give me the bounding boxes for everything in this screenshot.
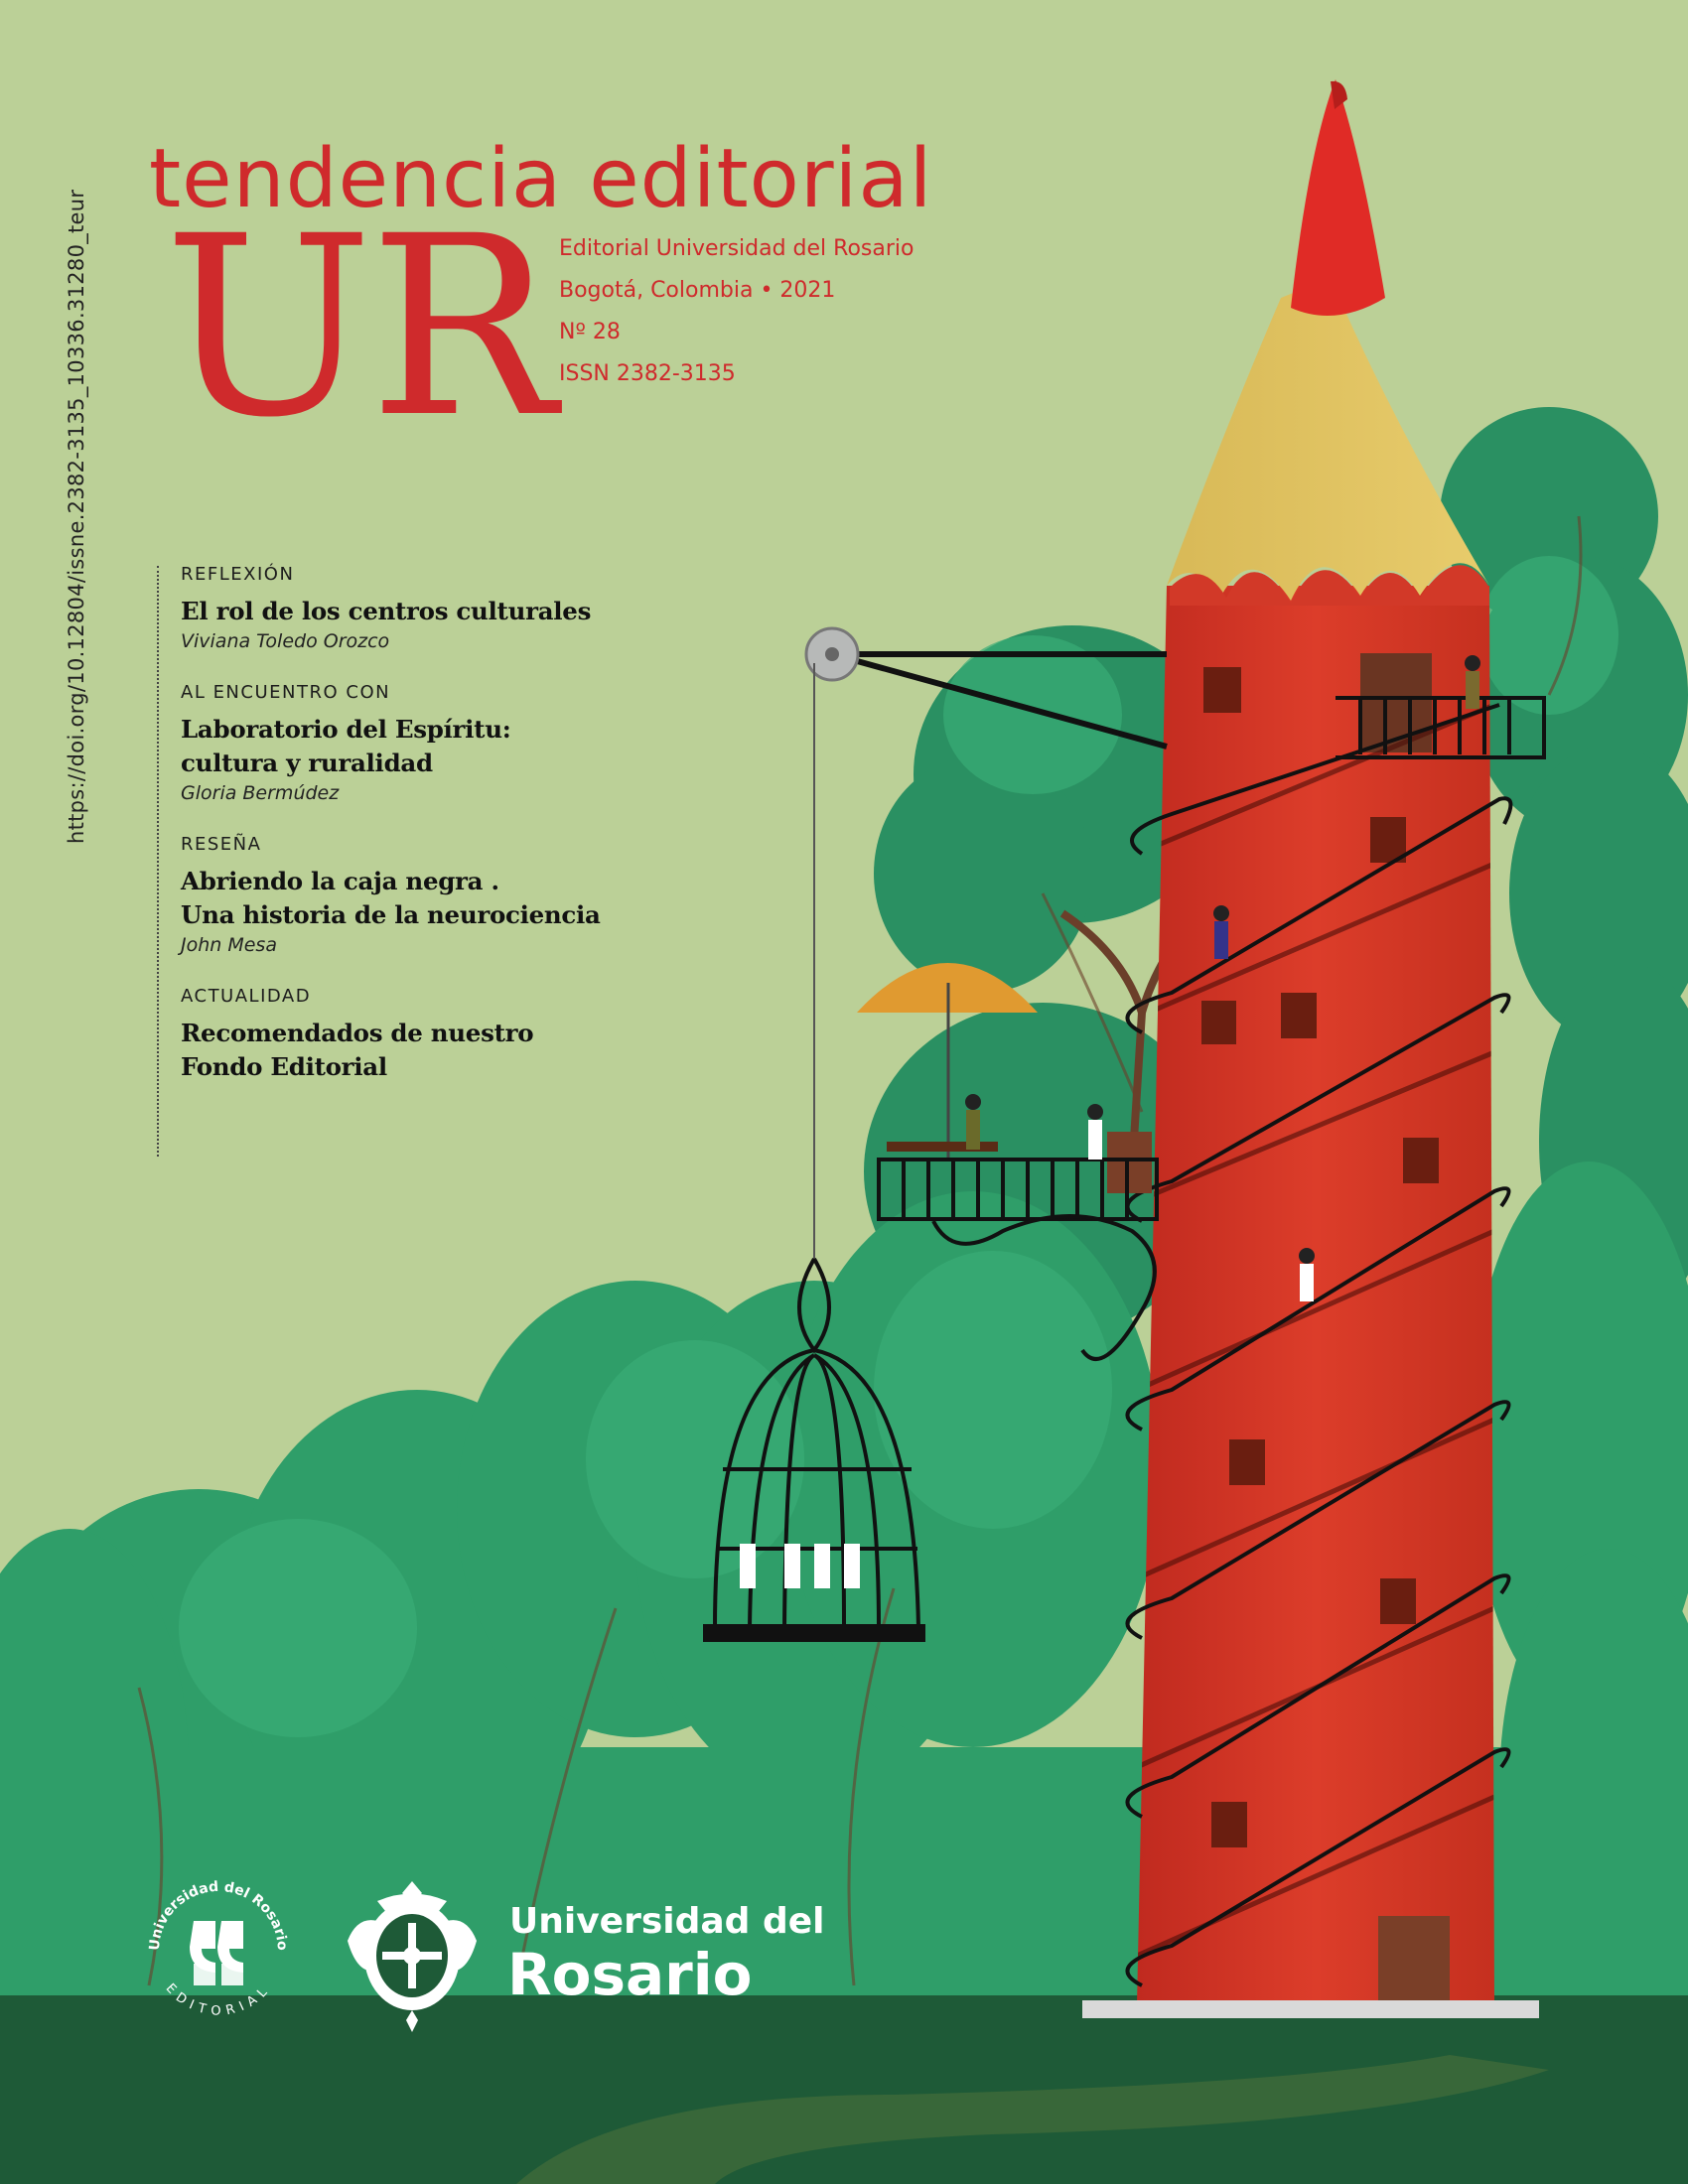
- issue-info: Editorial Universidad del Rosario Bogotá…: [559, 228, 914, 395]
- article-title[interactable]: Laboratorio del Espíritu:: [181, 713, 677, 747]
- dotted-divider: [157, 566, 159, 1157]
- issue-number: Nº 28: [559, 320, 621, 344]
- article-title[interactable]: Una historia de la neurociencia: [181, 898, 677, 932]
- article-title[interactable]: El rol de los centros culturales: [181, 595, 677, 628]
- publisher: Editorial Universidad del Rosario: [559, 236, 914, 261]
- toc-section: ACTUALIDAD Recomendados de nuestro Fondo…: [181, 986, 677, 1084]
- section-label: RESEÑA: [181, 834, 262, 855]
- article-title[interactable]: cultura y ruralidad: [181, 747, 677, 780]
- doi-link[interactable]: https://doi.org/10.12804/issne.2382-3135…: [65, 190, 88, 844]
- university-crest-icon: [348, 1881, 477, 2032]
- svg-text:EDITORIAL: EDITORIAL: [163, 1981, 275, 2019]
- editorial-seal-logo: Universidad del Rosario EDITORIAL: [147, 1879, 290, 2019]
- toc-section: RESEÑA Abriendo la caja negra . Una hist…: [181, 834, 677, 956]
- toc-section: AL ENCUENTRO CON Laboratorio del Espírit…: [181, 682, 677, 804]
- article-author: Viviana Toledo Orozco: [181, 630, 390, 652]
- article-title[interactable]: Fondo Editorial: [181, 1050, 677, 1084]
- table-of-contents: REFLEXIÓN El rol de los centros cultural…: [181, 564, 677, 1114]
- article-author: John Mesa: [181, 934, 277, 956]
- magazine-logo-mark: UR: [164, 183, 556, 472]
- article-author: Gloria Bermúdez: [181, 782, 340, 804]
- university-name-line2: Rosario: [507, 1941, 753, 2008]
- article-title[interactable]: Abriendo la caja negra .: [181, 865, 677, 898]
- issn: ISSN 2382-3135: [559, 361, 736, 386]
- place-year: Bogotá, Colombia • 2021: [559, 278, 836, 303]
- university-name-line1: Universidad del: [509, 1901, 825, 1942]
- section-label: ACTUALIDAD: [181, 986, 312, 1007]
- section-label: AL ENCUENTRO CON: [181, 682, 391, 703]
- quote-marks-icon: [190, 1921, 243, 1985]
- seal-bottom-text: EDITORIAL: [163, 1981, 269, 2019]
- article-title[interactable]: Recomendados de nuestro: [181, 1017, 677, 1050]
- toc-section: REFLEXIÓN El rol de los centros cultural…: [181, 564, 677, 652]
- section-label: REFLEXIÓN: [181, 564, 295, 585]
